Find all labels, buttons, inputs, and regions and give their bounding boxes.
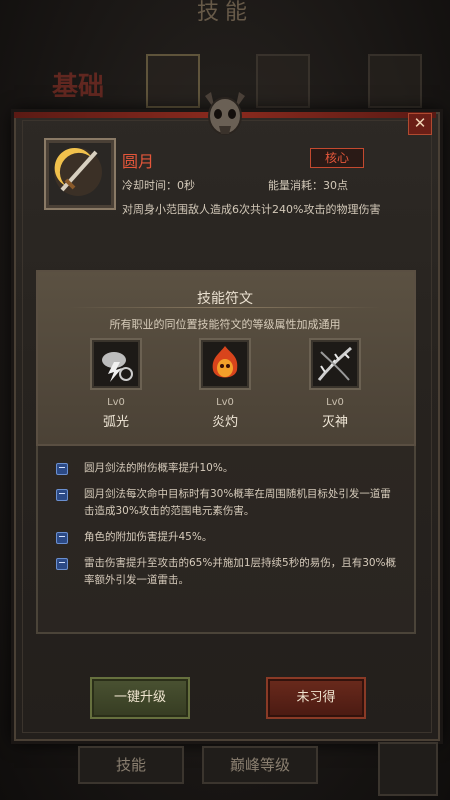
rune-level: Lv0 (107, 397, 125, 408)
bullet-icon (56, 489, 68, 501)
rune-slot-3[interactable]: Lv0 灭神 (305, 338, 365, 430)
rune-name: 炎灼 (211, 415, 238, 430)
effect-item: 雷击伤害提升至攻击的65%并施加1层持续5秒的易伤，且有30%概率额外引发一道雷… (54, 555, 399, 589)
cooldown-text: 冷却时间：0秒 (122, 179, 195, 192)
one-click-upgrade-button[interactable]: 一键升级 (90, 677, 190, 719)
tab-basic[interactable]: 基础 (52, 66, 104, 103)
rune-level: Lv0 (216, 397, 234, 408)
effect-list: 圆月剑法的附伤概率提升10%。 圆月剑法每次命中目标时有30%概率在周围随机目标… (54, 460, 399, 598)
divider (68, 307, 382, 308)
fire-demon-icon (199, 338, 251, 390)
skill-name: 圆月 (122, 152, 155, 171)
rune-slot-1[interactable]: Lv0 弧光 (86, 338, 146, 430)
skill-slot-3[interactable] (368, 54, 422, 108)
bullet-icon (56, 558, 68, 570)
rune-level: Lv0 (326, 397, 344, 408)
effect-item: 角色的附加伤害提升45%。 (54, 529, 399, 546)
effect-item: 圆月剑法每次命中目标时有30%概率在周围随机目标处引发一道雷击造成30%攻击的范… (54, 486, 399, 520)
tab-skills[interactable]: 技能 (78, 746, 184, 784)
tab-peak-level[interactable]: 巅峰等级 (202, 746, 318, 784)
rune-slot-2[interactable]: Lv0 炎灼 (195, 338, 255, 430)
skill-slot-2[interactable] (256, 54, 310, 108)
lightning-cloud-icon (90, 338, 142, 390)
crescent-sword-icon (54, 147, 102, 196)
bullet-icon (56, 532, 68, 544)
effect-item: 圆月剑法的附伤概率提升10%。 (54, 460, 399, 477)
demon-avatar-icon[interactable] (378, 742, 438, 796)
effect-text: 圆月剑法的附伤概率提升10%。 (84, 462, 234, 474)
effect-text: 圆月剑法每次命中目标时有30%概率在周围随机目标处引发一道雷击造成30%攻击的范… (84, 488, 391, 517)
skill-slot-1[interactable] (146, 54, 200, 108)
rune-subtitle: 所有职业的同位置技能符文的等级属性加成通用 (109, 318, 341, 331)
skull-ornament-icon (205, 92, 245, 135)
close-button[interactable]: ✕ (408, 113, 432, 135)
skill-description: 对周身小范围敌人造成6次共计240%攻击的物理伤害 (122, 203, 381, 216)
unlearned-button[interactable]: 未习得 (266, 677, 366, 719)
rune-name: 弧光 (102, 415, 129, 430)
effect-text: 雷击伤害提升至攻击的65%并施加1层持续5秒的易伤，且有30%概率额外引发一道雷… (84, 557, 397, 586)
rune-name: 灭神 (321, 415, 348, 430)
page-title: 技能 (196, 0, 253, 25)
rune-title: 技能符文 (197, 291, 253, 307)
skill-icon (44, 138, 116, 210)
energy-cost-text: 能量消耗：30点 (268, 179, 348, 192)
effect-text: 角色的附加伤害提升45%。 (84, 531, 213, 543)
bullet-icon (56, 463, 68, 475)
thorn-branch-icon (309, 338, 361, 390)
core-badge: 核心 (310, 148, 364, 168)
